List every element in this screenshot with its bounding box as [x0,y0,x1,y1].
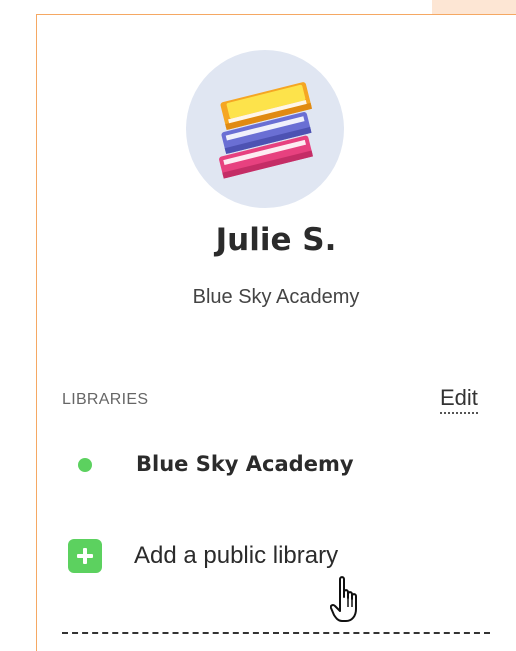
library-item[interactable]: Blue Sky Academy [62,446,502,482]
top-tab-edge [432,0,516,14]
libraries-section-label: LIBRARIES [62,391,149,408]
profile-screen: Julie S. Blue Sky Academy LIBRARIES Edit… [0,0,516,651]
section-divider [62,632,490,634]
edit-libraries-link[interactable]: Edit [440,384,478,414]
library-name: Blue Sky Academy [136,452,354,476]
hand-pointer-cursor-icon [330,576,357,622]
plus-icon [68,539,102,573]
add-public-library-button[interactable]: Add a public library [62,536,502,576]
avatar [186,50,344,208]
user-school: Blue Sky Academy [192,286,360,308]
user-name: Julie S. [215,222,337,258]
active-status-dot [78,458,92,472]
stack-of-books-icon [219,82,314,179]
add-public-library-label: Add a public library [134,542,339,569]
